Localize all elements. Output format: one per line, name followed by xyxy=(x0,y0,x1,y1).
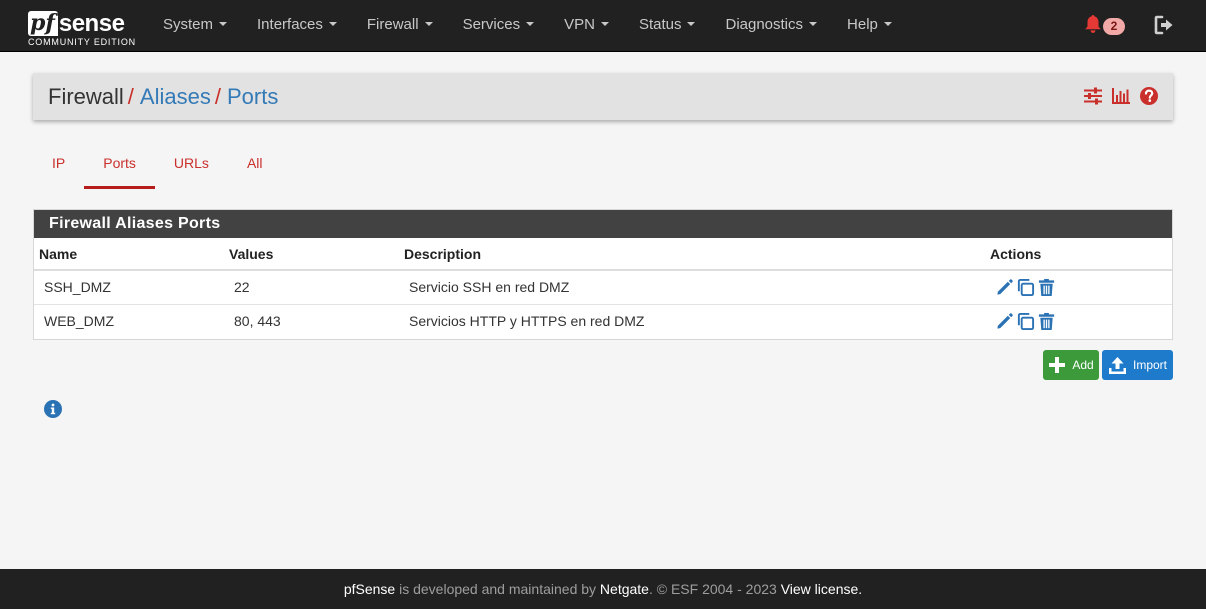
trash-icon[interactable] xyxy=(1037,278,1056,297)
alias-type-tabs: IP Ports URLs All xyxy=(33,143,282,189)
aliases-panel: Firewall Aliases Ports Name Values Descr… xyxy=(33,209,1173,340)
caret-down-icon xyxy=(883,22,892,27)
logo-wordmark: pf sense xyxy=(28,6,125,37)
top-navbar: pf sense COMMUNITY EDITION System Interfa… xyxy=(0,0,1206,52)
page-header: Firewall / Aliases / Ports xyxy=(33,73,1173,120)
column-header-actions: Actions xyxy=(985,238,1172,271)
notification-count-badge[interactable]: 2 xyxy=(1103,18,1125,35)
help-circle-icon[interactable] xyxy=(1139,86,1159,106)
logo-edition: COMMUNITY EDITION xyxy=(28,37,136,47)
import-alias-button[interactable]: Import xyxy=(1102,350,1173,380)
breadcrumb-separator: / xyxy=(127,84,134,109)
info-icon[interactable] xyxy=(44,400,62,418)
alias-name: WEB_DMZ xyxy=(44,313,114,330)
menu-help-label: Help xyxy=(847,16,878,33)
pencil-icon[interactable] xyxy=(995,278,1014,297)
caret-down-icon xyxy=(328,22,337,27)
menu-interfaces-label: Interfaces xyxy=(257,16,323,33)
import-button-label: Import xyxy=(1132,358,1167,372)
alias-description: Servicio SSH en red DMZ xyxy=(399,270,985,305)
logo-prefix: pf xyxy=(28,11,58,36)
logo-suffix: sense xyxy=(58,10,125,37)
menu-status[interactable]: Status xyxy=(624,0,711,52)
alias-description: Servicios HTTP y HTTPS en red DMZ xyxy=(409,313,645,330)
copy-icon[interactable] xyxy=(1016,278,1035,297)
column-header-values[interactable]: Values xyxy=(224,238,399,271)
tab-urls[interactable]: URLs xyxy=(155,143,228,189)
footer-license-link[interactable]: View license. xyxy=(781,581,862,597)
menu-services[interactable]: Services xyxy=(448,0,550,52)
tab-all[interactable]: All xyxy=(228,143,282,189)
column-header-name[interactable]: Name xyxy=(34,238,224,271)
tab-ip[interactable]: IP xyxy=(33,143,84,189)
bell-icon[interactable] xyxy=(1084,14,1102,34)
breadcrumb: Firewall / Aliases / Ports xyxy=(48,73,278,120)
footer-copyright: . © ESF 2004 - 2023 xyxy=(648,581,781,597)
pencil-icon[interactable] xyxy=(995,312,1014,331)
add-alias-button[interactable]: Add xyxy=(1043,350,1099,380)
menu-firewall[interactable]: Firewall xyxy=(352,0,448,52)
row-actions xyxy=(995,312,1162,331)
menu-vpn[interactable]: VPN xyxy=(549,0,624,52)
alias-values: 22 xyxy=(224,270,399,305)
upload-icon xyxy=(1108,356,1126,374)
breadcrumb-separator: / xyxy=(214,84,221,109)
alias-name: SSH_DMZ xyxy=(34,270,224,305)
header-shortcuts xyxy=(1083,86,1159,108)
footer-netgate-link[interactable]: Netgate xyxy=(600,581,649,597)
panel-title: Firewall Aliases Ports xyxy=(34,210,1172,238)
menu-firewall-label: Firewall xyxy=(366,16,419,33)
copy-icon[interactable] xyxy=(1016,312,1035,331)
breadcrumb-aliases[interactable]: Aliases xyxy=(140,84,211,109)
aliases-table: Name Values Description Actions SSH_DMZ … xyxy=(34,238,1172,338)
page-footer: pfSense is developed and maintained by N… xyxy=(0,569,1206,609)
plus-icon xyxy=(1049,357,1066,373)
table-row[interactable]: SSH_DMZ 22 Servicio SSH en red DMZ xyxy=(34,270,1172,305)
menu-diagnostics-label: Diagnostics xyxy=(725,16,804,33)
main-menu: System Interfaces Firewall Services VPN … xyxy=(148,0,907,52)
caret-down-icon xyxy=(600,22,609,27)
menu-diagnostics[interactable]: Diagnostics xyxy=(710,0,832,52)
footer-product: pfSense xyxy=(343,581,396,597)
caret-down-icon xyxy=(219,22,228,27)
pfsense-logo[interactable]: pf sense COMMUNITY EDITION xyxy=(28,6,138,48)
alias-values: 80, 443 xyxy=(234,313,281,330)
table-row[interactable]: WEB_DMZ 80, 443 Servicios HTTP y HTTPS e… xyxy=(34,304,1172,338)
bar-chart-icon[interactable] xyxy=(1111,86,1131,106)
menu-interfaces[interactable]: Interfaces xyxy=(242,0,352,52)
caret-down-icon xyxy=(809,22,818,27)
caret-down-icon xyxy=(424,22,433,27)
menu-vpn-label: VPN xyxy=(564,16,595,33)
caret-down-icon xyxy=(526,22,535,27)
menu-system-label: System xyxy=(163,16,214,33)
column-header-description[interactable]: Description xyxy=(399,238,985,271)
breadcrumb-firewall: Firewall xyxy=(48,84,124,109)
trash-icon[interactable] xyxy=(1037,312,1056,331)
menu-system[interactable]: System xyxy=(148,0,242,52)
sliders-icon[interactable] xyxy=(1083,86,1103,106)
add-button-label: Add xyxy=(1072,358,1094,372)
menu-status-label: Status xyxy=(638,16,682,33)
tab-ports[interactable]: Ports xyxy=(84,143,155,189)
menu-services-label: Services xyxy=(462,16,521,33)
breadcrumb-ports[interactable]: Ports xyxy=(227,84,278,109)
menu-help[interactable]: Help xyxy=(832,0,907,52)
table-header-row: Name Values Description Actions xyxy=(34,238,1172,271)
footer-text: is developed and maintained by xyxy=(395,581,600,597)
row-actions xyxy=(995,278,1162,297)
caret-down-icon xyxy=(687,22,696,27)
logout-icon[interactable] xyxy=(1154,15,1174,35)
